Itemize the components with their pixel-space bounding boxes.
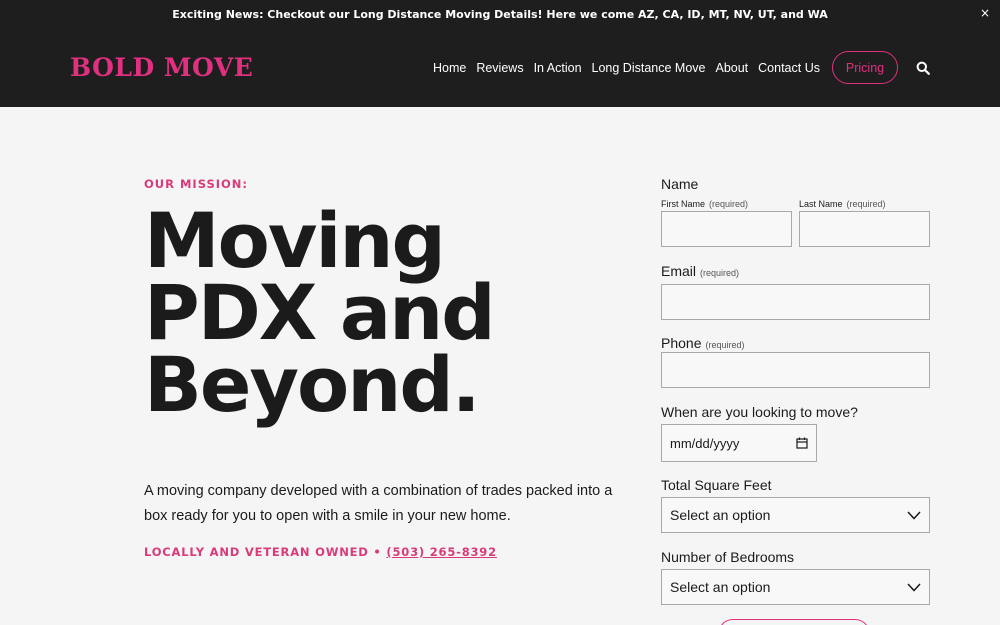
phone-link[interactable]: (503) 265-8392 <box>386 545 497 559</box>
chevron-down-icon <box>907 510 921 520</box>
email-input[interactable] <box>661 284 930 320</box>
bedrooms-selected-value: Select an option <box>670 579 771 595</box>
last-name-label-text: Last Name <box>799 199 843 209</box>
phone-label-text: Phone <box>661 335 702 351</box>
nav-reviews[interactable]: Reviews <box>476 61 523 75</box>
search-icon[interactable] <box>916 61 930 75</box>
required-tag: (required) <box>709 199 749 209</box>
move-date-input[interactable]: mm/dd/yyyy <box>661 424 817 462</box>
sqft-label: Total Square Feet <box>661 477 772 493</box>
submit-button[interactable] <box>718 619 870 625</box>
close-icon[interactable]: × <box>980 6 990 20</box>
nav-in-action[interactable]: In Action <box>534 61 582 75</box>
bedrooms-label: Number of Bedrooms <box>661 549 795 565</box>
owned-line: LOCALLY AND VETERAN OWNED • (503) 265-83… <box>144 545 497 559</box>
hero-line-2: PDX and <box>144 268 496 357</box>
last-name-label: Last Name (required) <box>799 199 886 209</box>
name-label: Name <box>661 176 699 192</box>
announcement-text[interactable]: Exciting News: Checkout our Long Distanc… <box>172 8 828 21</box>
hero-line-3: Beyond. <box>144 340 481 429</box>
nav-contact-us[interactable]: Contact Us <box>758 61 820 75</box>
sqft-select[interactable]: Select an option <box>661 497 930 533</box>
calendar-icon[interactable] <box>796 437 808 449</box>
date-placeholder: mm/dd/yyyy <box>670 435 740 451</box>
email-label-text: Email <box>661 263 697 279</box>
first-name-input[interactable] <box>661 211 792 247</box>
chevron-down-icon <box>907 582 921 592</box>
owned-text: LOCALLY AND VETERAN OWNED • <box>144 545 382 559</box>
hero-line-1: Moving <box>144 196 446 285</box>
hero-description: A moving company developed with a combin… <box>144 483 613 524</box>
site-header: BOLD MOVE Home Reviews In Action Long Di… <box>0 28 1000 107</box>
announcement-bar: Exciting News: Checkout our Long Distanc… <box>0 0 1000 28</box>
required-tag: (required) <box>846 199 886 209</box>
required-tag: (required) <box>705 340 745 350</box>
bedrooms-select[interactable]: Select an option <box>661 569 930 605</box>
sqft-selected-value: Select an option <box>670 507 771 523</box>
mission-label: OUR MISSION: <box>144 177 249 191</box>
first-name-label: First Name (required) <box>661 199 748 209</box>
logo[interactable]: BOLD MOVE <box>70 53 253 82</box>
phone-label: Phone (required) <box>661 335 745 351</box>
email-label: Email (required) <box>661 263 739 279</box>
first-name-label-text: First Name <box>661 199 706 209</box>
pricing-button[interactable]: Pricing <box>832 51 898 84</box>
nav-long-distance-move[interactable]: Long Distance Move <box>592 61 706 75</box>
required-tag: (required) <box>700 268 740 278</box>
last-name-input[interactable] <box>799 211 930 247</box>
hero-headline: Moving PDX and Beyond. <box>144 196 496 429</box>
nav-about[interactable]: About <box>715 61 748 75</box>
move-date-label: When are you looking to move? <box>661 404 858 420</box>
main-nav: Home Reviews In Action Long Distance Mov… <box>433 28 1000 107</box>
nav-home[interactable]: Home <box>433 61 466 75</box>
phone-input[interactable] <box>661 352 930 388</box>
